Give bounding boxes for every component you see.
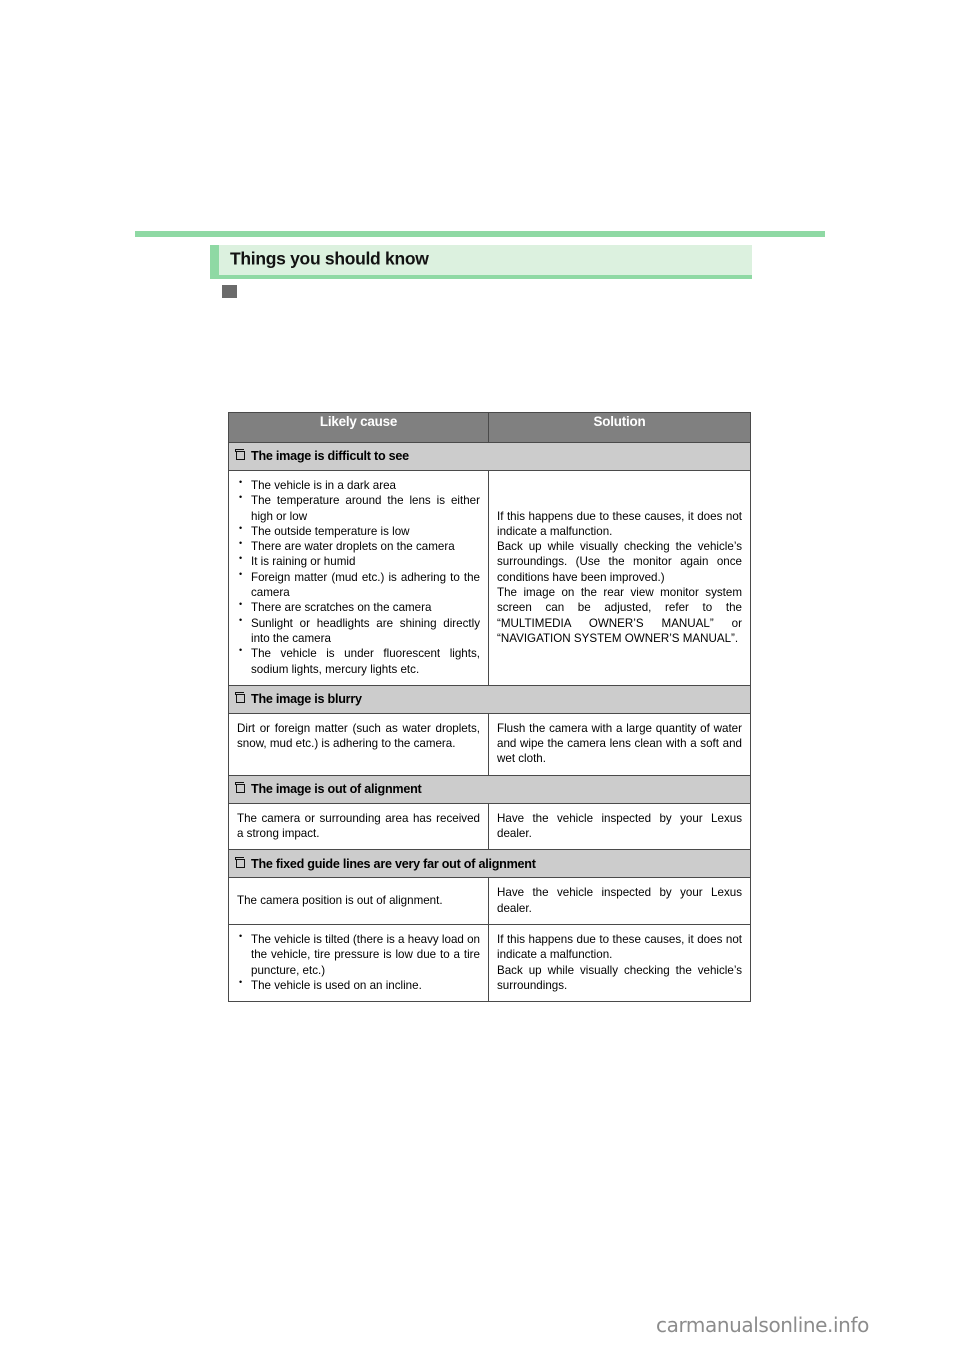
list-item: The vehicle is used on an incline. — [237, 977, 480, 993]
group-header-cell: The fixed guide lines are very far out o… — [228, 849, 751, 879]
section-title-accent-bar — [210, 245, 219, 275]
cause-bullet-list: The vehicle is tilted (there is a heavy … — [237, 931, 480, 993]
table-group-header-row: The fixed guide lines are very far out o… — [228, 849, 751, 879]
cause-cell: The vehicle is tilted (there is a heavy … — [228, 923, 489, 1003]
subsection-marker-square — [222, 285, 237, 298]
table-row: The vehicle is tilted (there is a heavy … — [228, 923, 751, 1003]
solution-paragraph: If this happens due to these causes, it … — [497, 509, 742, 538]
list-item: There are scratches on the camera — [237, 599, 480, 615]
checkbox-icon — [235, 856, 245, 868]
group-header-label: The fixed guide lines are very far out o… — [251, 856, 536, 871]
solution-text: Have the vehicle inspected by your Lexus… — [497, 811, 742, 841]
cause-cell: The camera or surrounding area has recei… — [228, 802, 489, 851]
table-group-header-row: The image is difficult to see — [228, 442, 751, 471]
section-divider-rule — [135, 231, 825, 237]
table-header-row: Likely cause Solution — [228, 412, 751, 443]
solution-cell: If this happens due to these causes, it … — [488, 470, 751, 686]
document-page: Things you should know Likely cause Solu… — [0, 0, 960, 1358]
solution-cell: Have the vehicle inspected by your Lexus… — [488, 802, 751, 851]
list-item: Foreign matter (mud etc.) is adhering to… — [237, 569, 480, 601]
cause-text: The camera or surrounding area has recei… — [237, 811, 480, 841]
table-row: Dirt or foreign matter (such as water dr… — [228, 712, 751, 776]
cause-bullet-list: The vehicle is in a dark area The temper… — [237, 477, 480, 677]
checkbox-icon — [235, 781, 245, 793]
table-group-header-row: The image is blurry — [228, 684, 751, 714]
list-item: The vehicle is under fluorescent lights,… — [237, 645, 480, 677]
group-header-label: The image is out of alignment — [251, 781, 422, 796]
table-row: The camera position is out of alignment.… — [228, 877, 751, 925]
list-item: The vehicle is tilted (there is a heavy … — [237, 931, 480, 978]
list-item: The outside temperature is low — [237, 523, 480, 539]
solution-paragraph: If this happens due to these causes, it … — [497, 932, 742, 962]
table-row: The camera or surrounding area has recei… — [228, 802, 751, 851]
list-item: There are water droplets on the camera — [237, 538, 480, 554]
column-header-solution: Solution — [488, 412, 751, 443]
group-header-cell: The image is blurry — [228, 684, 751, 714]
solution-paragraph: The image on the rear view monitor syste… — [497, 586, 742, 645]
solution-text: Have the vehicle inspected by your Lexus… — [497, 886, 742, 915]
column-header-likely-cause: Likely cause — [228, 412, 489, 443]
group-header-label: The image is blurry — [251, 692, 362, 707]
page-title: Things you should know — [230, 248, 429, 269]
group-header-cell: The image is out of alignment — [228, 774, 751, 804]
solution-paragraph: Back up while visually checking the vehi… — [497, 963, 742, 992]
solution-cell: Have the vehicle inspected by your Lexus… — [488, 877, 751, 925]
list-item: Sunlight or headlights are shining direc… — [237, 615, 480, 647]
cause-cell: The camera position is out of alignment. — [228, 877, 489, 925]
group-header-cell: The image is difficult to see — [228, 442, 751, 471]
solution-cell: If this happens due to these causes, it … — [488, 923, 751, 1003]
solution-cell: Flush the camera with a large quantity o… — [488, 712, 751, 776]
cause-text: The camera position is out of alignment. — [237, 893, 443, 907]
list-item: It is raining or humid — [237, 553, 480, 569]
troubleshooting-table: Likely cause Solution The image is diffi… — [228, 412, 751, 1003]
checkbox-icon — [235, 449, 245, 461]
cause-text: Dirt or foreign matter (such as water dr… — [237, 721, 480, 751]
table-row: The vehicle is in a dark area The temper… — [228, 470, 751, 686]
solution-paragraph: Back up while visually checking the vehi… — [497, 540, 742, 584]
section-title-bar: Things you should know — [210, 245, 752, 279]
cause-cell: The vehicle is in a dark area The temper… — [228, 470, 489, 686]
list-item: The vehicle is in a dark area — [237, 477, 480, 493]
cause-cell: Dirt or foreign matter (such as water dr… — [228, 712, 489, 776]
list-item: The temperature around the lens is eithe… — [237, 492, 480, 524]
checkbox-icon — [235, 692, 245, 704]
group-header-label: The image is difficult to see — [251, 449, 409, 464]
table-group-header-row: The image is out of alignment — [228, 774, 751, 804]
solution-text: Flush the camera with a large quantity o… — [497, 721, 742, 766]
site-watermark: carmanualsonline.info — [656, 1313, 869, 1337]
